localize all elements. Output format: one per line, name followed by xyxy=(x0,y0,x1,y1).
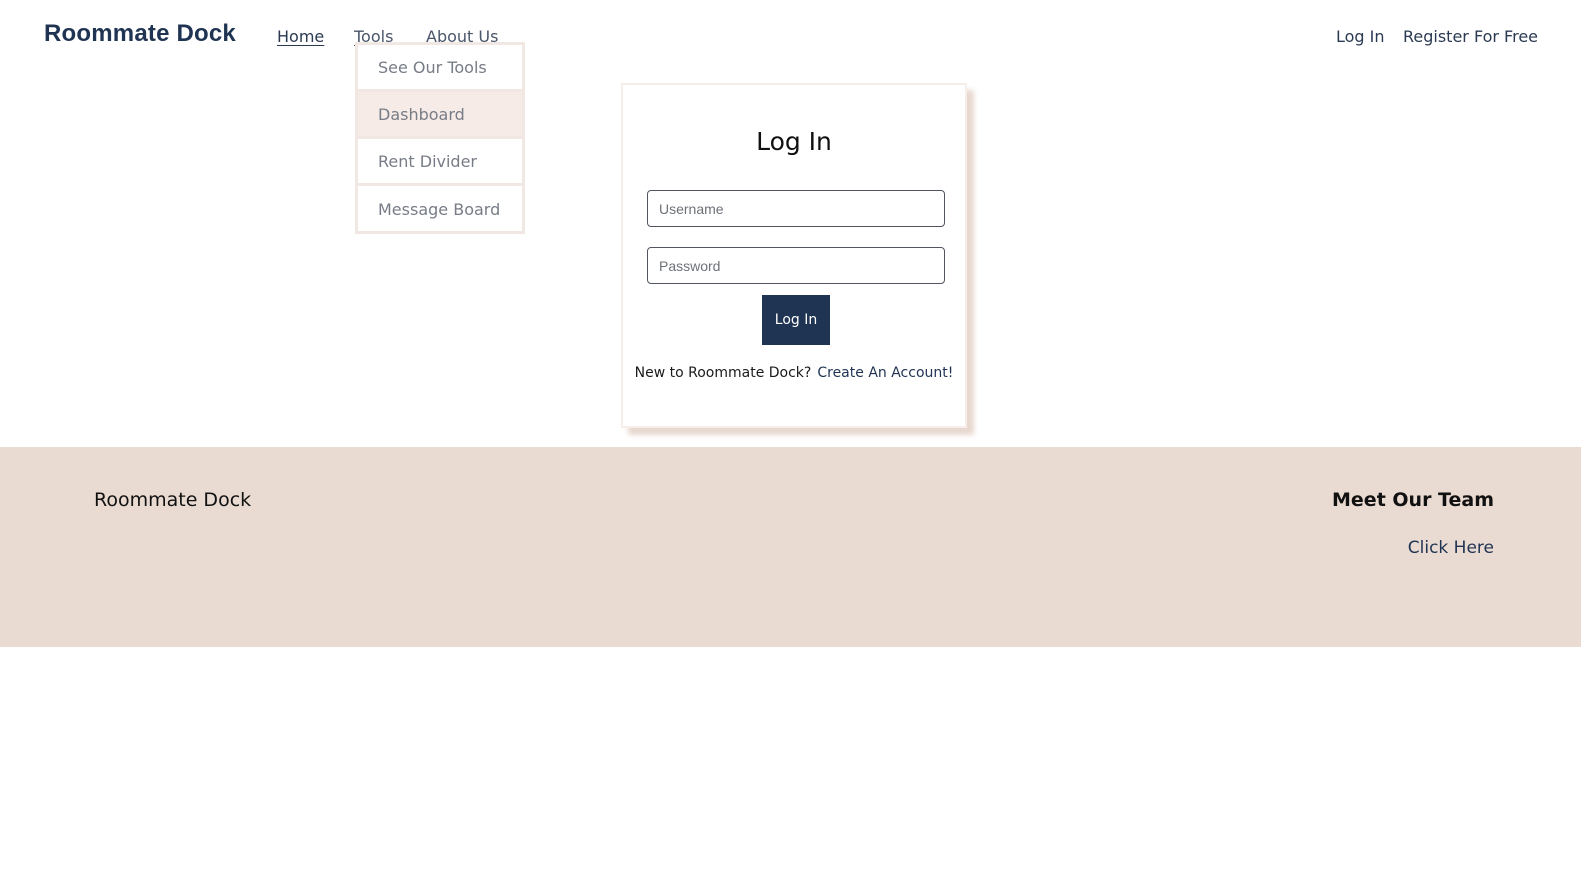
login-card: Log In Log In New to Roommate Dock? Creat… xyxy=(621,83,967,428)
site-footer: Roommate Dock Meet Our Team Click Here xyxy=(0,447,1581,647)
meet-team-link[interactable]: Click Here xyxy=(1408,538,1494,558)
header-login-link[interactable]: Log In xyxy=(1336,27,1385,46)
nav-home-link[interactable]: Home xyxy=(277,27,324,46)
page: Roommate Dock Home Tools About Us Log In… xyxy=(0,0,1581,883)
password-input[interactable] xyxy=(647,247,945,284)
menu-item-dashboard[interactable]: Dashboard xyxy=(358,92,522,139)
footer-team-heading: Meet Our Team xyxy=(1332,489,1494,511)
login-submit-button[interactable]: Log In xyxy=(762,295,830,345)
username-input[interactable] xyxy=(647,190,945,227)
menu-item-rent-divider[interactable]: Rent Divider xyxy=(358,139,522,186)
site-logo[interactable]: Roommate Dock xyxy=(44,20,236,48)
signup-row: New to Roommate Dock? Create An Account! xyxy=(623,365,965,381)
signup-prompt: New to Roommate Dock? xyxy=(634,365,812,381)
login-title: Log In xyxy=(756,127,832,156)
tools-dropdown-menu: See Our Tools Dashboard Rent Divider Mes… xyxy=(355,42,525,234)
menu-item-message-board[interactable]: Message Board xyxy=(358,186,522,233)
footer-brand: Roommate Dock xyxy=(94,489,252,511)
create-account-link[interactable]: Create An Account! xyxy=(817,365,953,381)
header-register-link[interactable]: Register For Free xyxy=(1403,27,1538,46)
menu-item-see-our-tools[interactable]: See Our Tools xyxy=(358,45,522,92)
